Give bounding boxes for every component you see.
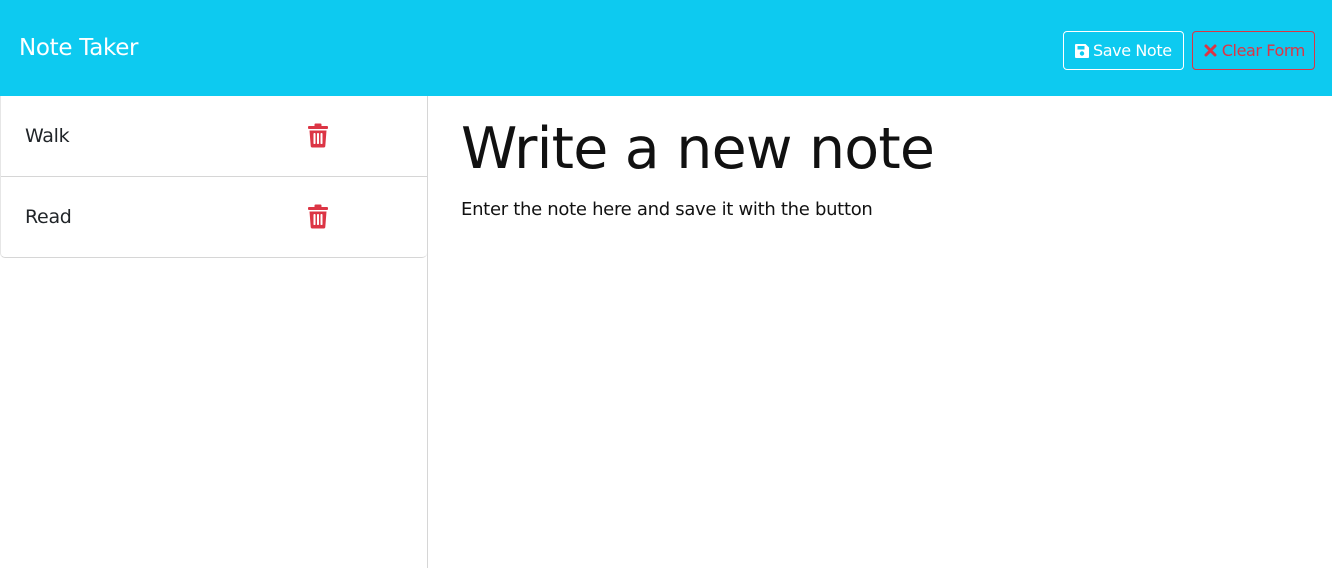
clear-form-button[interactable]: Clear Form [1192, 31, 1315, 70]
notes-sidebar: Walk Read [0, 96, 428, 568]
note-title-input[interactable]: Write a new note [461, 114, 1281, 184]
navbar: Note Taker Save Note Clear Form [0, 0, 1332, 96]
app-title[interactable]: Note Taker [19, 32, 139, 64]
note-text-area[interactable]: Enter the note here and save it with the… [461, 198, 1281, 222]
list-item[interactable]: Walk [1, 96, 427, 177]
save-note-label: Save Note [1093, 41, 1172, 60]
note-editor: Write a new note Enter the note here and… [429, 96, 1332, 568]
notes-list: Walk Read [0, 96, 427, 258]
list-item[interactable]: Read [1, 177, 427, 257]
trash-icon[interactable] [307, 204, 329, 229]
note-title[interactable]: Walk [25, 124, 70, 148]
x-icon [1202, 42, 1219, 59]
clear-form-label: Clear Form [1221, 41, 1306, 60]
trash-icon[interactable] [307, 123, 329, 148]
floppy-disk-icon [1073, 42, 1090, 59]
note-title[interactable]: Read [25, 205, 72, 229]
save-note-button[interactable]: Save Note [1063, 31, 1184, 70]
